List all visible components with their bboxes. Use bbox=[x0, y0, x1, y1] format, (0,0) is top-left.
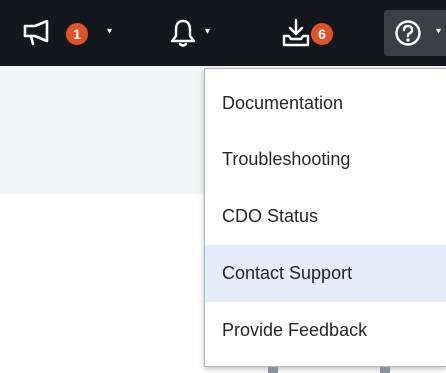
downloads-button[interactable] bbox=[281, 0, 311, 66]
menu-item-troubleshooting[interactable]: Troubleshooting bbox=[205, 131, 446, 188]
question-circle-icon bbox=[395, 20, 421, 46]
announcements-button[interactable] bbox=[22, 0, 56, 66]
menu-item-label: CDO Status bbox=[222, 206, 319, 226]
chevron-down-icon[interactable]: ▾ bbox=[107, 27, 112, 37]
menu-item-label: Documentation bbox=[222, 93, 344, 113]
background-element bbox=[380, 367, 390, 373]
menu-item-label: Troubleshooting bbox=[222, 149, 351, 169]
menu-item-provide-feedback[interactable]: Provide Feedback bbox=[205, 302, 446, 359]
bell-icon bbox=[170, 19, 196, 47]
menu-item-cdo-status[interactable]: CDO Status bbox=[205, 188, 446, 245]
menu-item-label: Provide Feedback bbox=[222, 320, 368, 340]
downloads-badge: 6 bbox=[311, 23, 333, 45]
chevron-down-icon[interactable]: ▾ bbox=[436, 27, 441, 37]
top-navigation-bar: 1 ▾ ▾ 6 ▾ bbox=[0, 0, 446, 66]
notifications-button[interactable] bbox=[170, 0, 196, 66]
background-element bbox=[268, 367, 278, 373]
menu-item-documentation[interactable]: Documentation bbox=[205, 75, 446, 132]
download-tray-icon bbox=[282, 18, 310, 47]
chevron-down-icon[interactable]: ▾ bbox=[205, 27, 210, 37]
help-button[interactable]: ▾ bbox=[384, 10, 446, 56]
menu-item-label: Contact Support bbox=[222, 263, 353, 283]
menu-item-contact-support[interactable]: Contact Support bbox=[205, 245, 446, 302]
help-dropdown-menu: Documentation Troubleshooting CDO Status… bbox=[204, 68, 446, 367]
megaphone-icon bbox=[23, 20, 49, 46]
announcements-badge: 1 bbox=[66, 23, 88, 45]
